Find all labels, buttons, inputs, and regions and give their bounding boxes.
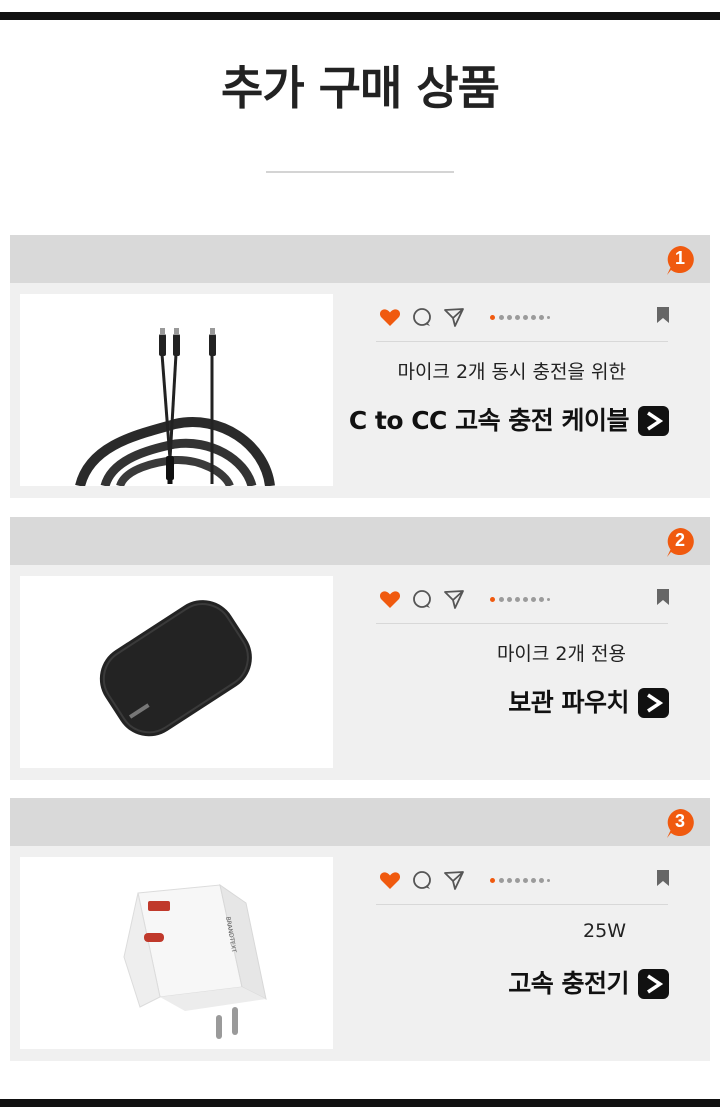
carousel-dots	[490, 315, 560, 321]
top-border	[0, 12, 720, 20]
row-divider	[376, 904, 668, 905]
heart-icon[interactable]	[378, 305, 402, 329]
card-header: 3	[10, 798, 710, 846]
product-card-1[interactable]: 1 마이크 2개 동시 충전을 위한 C to CC 고속 충전 케이블	[10, 235, 710, 498]
carousel-dots	[490, 878, 560, 884]
card-header: 1	[10, 235, 710, 283]
bookmark-icon[interactable]	[656, 588, 670, 606]
bookmark-icon[interactable]	[656, 306, 670, 324]
title-divider	[266, 171, 454, 173]
charger-image: BRANDTEXT	[20, 857, 333, 1049]
number-badge: 2	[664, 526, 696, 558]
send-icon[interactable]	[442, 868, 466, 892]
comment-icon[interactable]	[410, 587, 434, 611]
comment-icon[interactable]	[410, 868, 434, 892]
heart-icon[interactable]	[378, 868, 402, 892]
heart-icon[interactable]	[378, 587, 402, 611]
comment-icon[interactable]	[410, 305, 434, 329]
bottom-border	[0, 1099, 720, 1107]
pouch-image	[20, 576, 333, 768]
go-button[interactable]	[638, 969, 669, 999]
product-subtitle: 마이크 2개 전용	[496, 643, 626, 665]
product-subtitle: 25W	[583, 920, 626, 942]
card-header: 2	[10, 517, 710, 565]
bookmark-icon[interactable]	[656, 869, 670, 887]
number-badge-text: 2	[674, 530, 685, 550]
action-row	[378, 868, 670, 894]
product-card-3[interactable]: 3 BRANDTEXT 25W 고속 충전기	[10, 798, 710, 1061]
number-badge-text: 1	[674, 248, 685, 268]
number-badge-text: 3	[674, 811, 685, 831]
carousel-dots	[490, 597, 560, 603]
row-divider	[376, 341, 668, 342]
action-row	[378, 305, 670, 331]
product-subtitle: 마이크 2개 동시 충전을 위한	[397, 361, 626, 383]
send-icon[interactable]	[442, 587, 466, 611]
go-button[interactable]	[638, 406, 669, 436]
product-card-2[interactable]: 2 마이크 2개 전용 보관 파우치	[10, 517, 710, 780]
product-name[interactable]: 고속 충전기	[508, 964, 629, 1000]
product-name[interactable]: C to CC 고속 충전 케이블	[349, 401, 630, 437]
cable-image	[20, 294, 333, 486]
row-divider	[376, 623, 668, 624]
send-icon[interactable]	[442, 305, 466, 329]
page-title: 추가 구매 상품	[221, 61, 500, 115]
go-button[interactable]	[638, 688, 669, 718]
number-badge: 3	[664, 807, 696, 839]
number-badge: 1	[664, 244, 696, 276]
action-row	[378, 587, 670, 613]
product-name[interactable]: 보관 파우치	[508, 683, 629, 719]
